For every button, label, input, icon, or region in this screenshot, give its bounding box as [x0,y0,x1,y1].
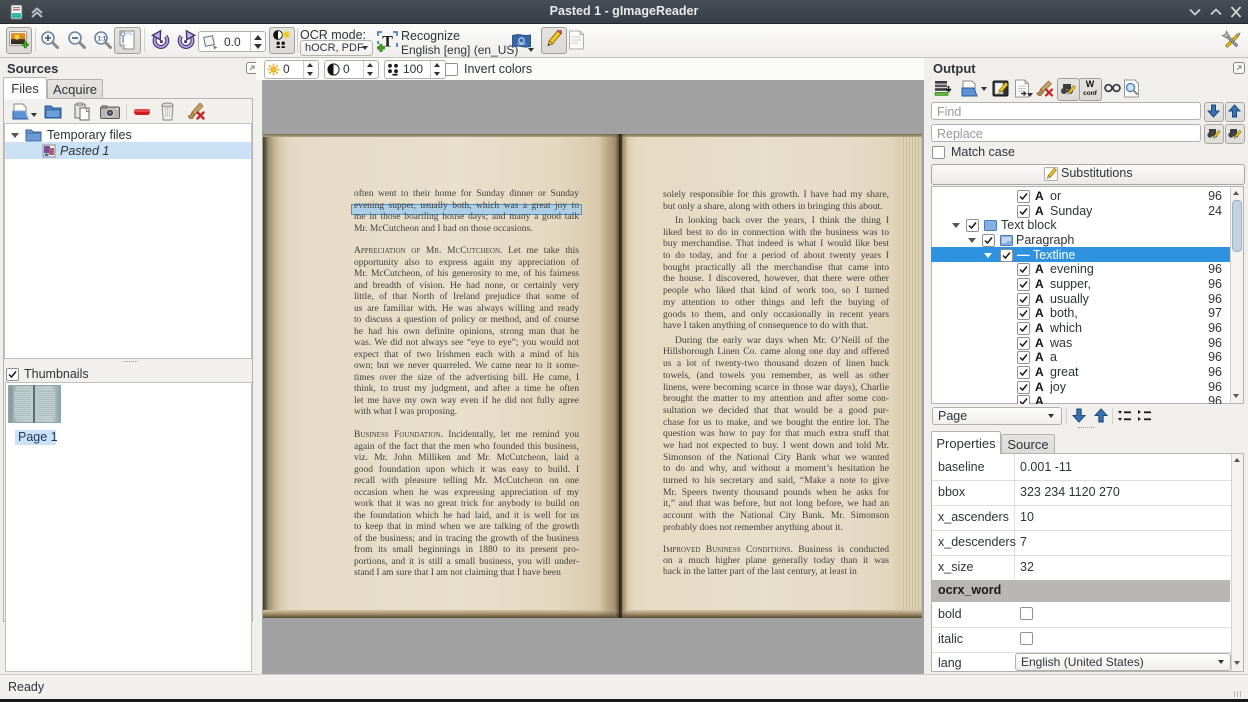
svg-text:1:1: 1:1 [98,37,107,43]
